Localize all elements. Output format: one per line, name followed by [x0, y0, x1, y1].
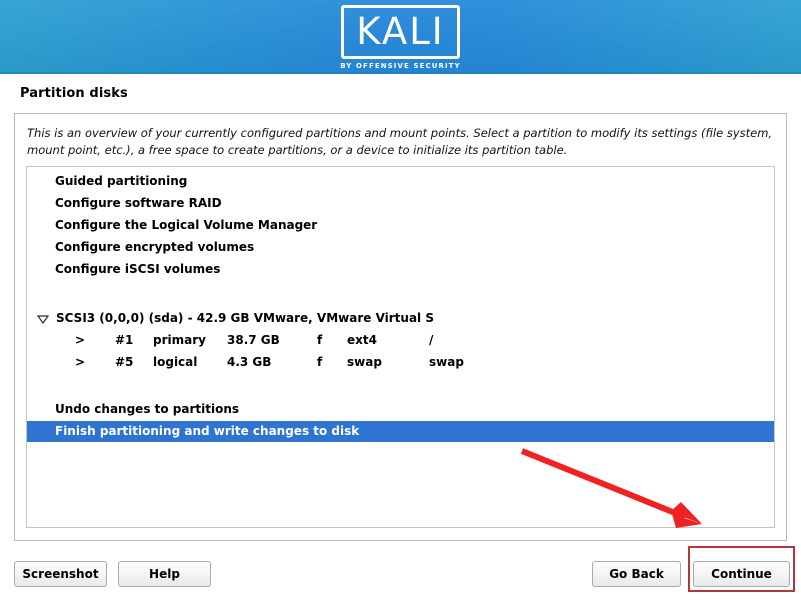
list-item-label: Configure software RAID	[55, 196, 222, 210]
disk-label: SCSI3 (0,0,0) (sda) - 42.9 GB VMware, VM…	[56, 311, 434, 325]
list-item-finish-partitioning[interactable]: Finish partitioning and write changes to…	[27, 421, 774, 442]
list-item-configure-lvm[interactable]: Configure the Logical Volume Manager	[27, 215, 774, 236]
panel-description: This is an overview of your currently co…	[27, 126, 773, 157]
partition-filesystem: swap	[347, 355, 382, 369]
partition-flag: f	[317, 333, 323, 347]
kali-logo-subtitle: BY OFFENSIVE SECURITY	[340, 62, 461, 70]
partition-flag: f	[317, 355, 323, 369]
list-item-label: Guided partitioning	[55, 174, 188, 188]
continue-button[interactable]: Continue	[693, 561, 790, 587]
list-item-guided-partitioning[interactable]: Guided partitioning	[27, 171, 774, 192]
partition-number: #1	[115, 333, 134, 347]
partition-arrow: >	[75, 333, 86, 347]
partition-mountpoint: swap	[429, 355, 464, 369]
partition-panel: This is an overview of your currently co…	[14, 113, 787, 541]
partition-size: 4.3 GB	[227, 355, 272, 369]
partition-filesystem: ext4	[347, 333, 377, 347]
list-item-label: Finish partitioning and write changes to…	[55, 424, 360, 438]
list-item-undo-changes[interactable]: Undo changes to partitions	[27, 399, 774, 420]
screenshot-button[interactable]: Screenshot	[14, 561, 107, 587]
table-row[interactable]: > #5 logical 4.3 GB f swap swap	[27, 352, 774, 373]
partition-size: 38.7 GB	[227, 333, 280, 347]
partition-type: primary	[153, 333, 206, 347]
list-item-configure-iscsi-volumes[interactable]: Configure iSCSI volumes	[27, 259, 774, 280]
page-title: Partition disks	[20, 86, 128, 101]
kali-header-banner: KALI BY OFFENSIVE SECURITY	[0, 0, 801, 74]
help-button[interactable]: Help	[118, 561, 211, 587]
list-item-label: Undo changes to partitions	[55, 402, 240, 416]
partition-arrow: >	[75, 355, 86, 369]
partition-mountpoint: /	[429, 333, 434, 347]
banner-bottom-divider	[0, 72, 801, 74]
list-item-label: Configure the Logical Volume Manager	[55, 218, 318, 232]
partition-type: logical	[153, 355, 198, 369]
partition-number: #5	[115, 355, 134, 369]
partition-list[interactable]: Guided partitioning Configure software R…	[26, 166, 775, 528]
list-item-label: Configure iSCSI volumes	[55, 262, 221, 276]
list-item-label: Configure encrypted volumes	[55, 240, 255, 254]
list-item-configure-software-raid[interactable]: Configure software RAID	[27, 193, 774, 214]
table-row[interactable]: > #1 primary 38.7 GB f ext4 /	[27, 330, 774, 351]
go-back-button[interactable]: Go Back	[592, 561, 681, 587]
list-item-configure-encrypted-volumes[interactable]: Configure encrypted volumes	[27, 237, 774, 258]
disk-row-sda[interactable]: SCSI3 (0,0,0) (sda) - 42.9 GB VMware, VM…	[27, 308, 774, 329]
kali-logo-text: KALI	[356, 10, 445, 53]
